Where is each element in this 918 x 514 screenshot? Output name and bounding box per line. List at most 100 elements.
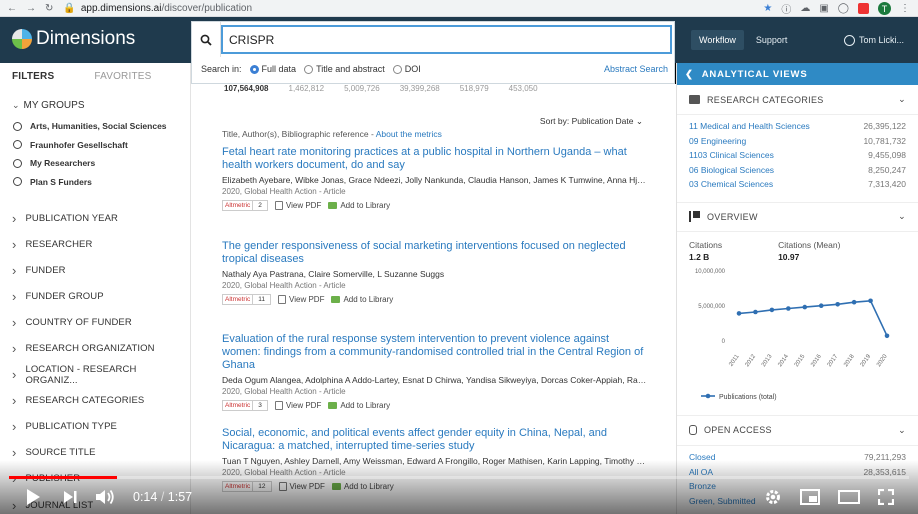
search-icon (200, 34, 212, 46)
stat-count: 5,009,726 (344, 84, 380, 93)
folder-icon (689, 95, 700, 104)
data-point (802, 304, 808, 310)
result-title-link[interactable]: The gender responsiveness of social mark… (222, 240, 647, 266)
facet-item[interactable]: › COUNTRY OF FUNDER (0, 309, 190, 335)
menu-icon[interactable]: ⋮ (900, 3, 910, 14)
video-progress-bar[interactable] (9, 476, 909, 479)
my-groups-label: MY GROUPS (23, 100, 85, 111)
view-pdf-button[interactable]: View PDF (278, 295, 324, 304)
altmetric-badge[interactable]: Altmetric 2 (222, 200, 268, 211)
address-bar[interactable]: 🔒 app.dimensions.ai/discover/publication (63, 3, 252, 14)
x-tick-label: 2012 (745, 353, 758, 368)
category-row[interactable]: 09 Engineering 10,781,732 (689, 136, 906, 151)
result-authors: Deda Ogum Alangea, Adolphina A Addo-Lart… (222, 375, 647, 385)
workflow-button[interactable]: Workflow (691, 30, 744, 50)
result-authors: Elizabeth Ayebare, Wibke Jonas, Grace Nd… (222, 175, 647, 185)
forward-icon[interactable]: → (26, 3, 36, 14)
analytical-views-header[interactable]: ❮ ANALYTICAL VIEWS (677, 63, 918, 85)
view-pdf-button[interactable]: View PDF (274, 201, 321, 210)
facet-item[interactable]: › PUBLICATION YEAR (0, 205, 190, 231)
category-row[interactable]: 06 Biological Sciences 8,250,247 (689, 165, 906, 180)
category-row[interactable]: 1103 Clinical Sciences 9,455,098 (689, 150, 906, 165)
search-button[interactable] (192, 22, 221, 57)
tab-favorites[interactable]: FAVORITES (94, 71, 151, 82)
group-label: My Researchers (30, 158, 96, 169)
result-title-link[interactable]: Evaluation of the rural response system … (222, 333, 647, 372)
category-row[interactable]: 03 Chemical Sciences 7,313,420 (689, 179, 906, 194)
facet-label: FUNDER GROUP (25, 290, 104, 302)
data-point (736, 311, 742, 316)
extension-icon[interactable]: ▣ (819, 3, 828, 14)
overview-header[interactable]: OVERVIEW ⌄ (677, 201, 918, 232)
profile-avatar[interactable]: T (878, 2, 891, 15)
fullscreen-icon[interactable] (878, 489, 894, 505)
filters-sidebar: FILTERS FAVORITES ⌄ MY GROUPS Arts, Huma… (0, 63, 191, 514)
sort-by-control[interactable]: Sort by: Publication Date ⌄ (540, 116, 643, 127)
facet-item[interactable]: › FUNDER GROUP (0, 283, 190, 309)
result-authors: Nathaly Aya Pastrana, Claire Somerville,… (222, 269, 445, 279)
research-categories-header[interactable]: RESEARCH CATEGORIES ⌄ (677, 85, 918, 115)
result-actions: Altmetric 11 View PDF Add to Library (222, 294, 647, 305)
group-item[interactable]: Fraunhofer Gesellschaft (13, 136, 190, 155)
facet-label: PUBLICATION TYPE (25, 421, 117, 433)
result-title-link[interactable]: Social, economic, and political events a… (222, 427, 647, 453)
x-tick-label: 2017 (827, 353, 840, 368)
chevron-down-icon: ⌄ (898, 94, 906, 104)
settings-icon[interactable] (764, 488, 782, 506)
facet-item[interactable]: › FUNDER (0, 257, 190, 283)
abstract-search-link[interactable]: Abstract Search (604, 64, 668, 74)
search-input[interactable] (221, 25, 672, 54)
miniplayer-icon[interactable] (800, 489, 820, 505)
radio-title-abstract[interactable]: Title and abstract (304, 64, 385, 74)
radio-doi[interactable]: DOI (392, 64, 421, 74)
facet-item[interactable]: › RESEARCHER (0, 231, 190, 257)
cloud-icon[interactable]: ☁ (800, 3, 810, 14)
play-icon[interactable] (25, 488, 41, 506)
add-to-library-button[interactable]: Add to Library (328, 201, 390, 210)
extension-icon[interactable] (858, 3, 869, 14)
pocket-icon[interactable]: ◯ (838, 3, 849, 14)
altmetric-badge[interactable]: Altmetric 3 (222, 400, 268, 411)
analytical-views-panel: ❮ ANALYTICAL VIEWS RESEARCH CATEGORIES ⌄… (676, 63, 918, 514)
altmetric-badge[interactable]: Altmetric 11 (222, 294, 272, 305)
group-item[interactable]: My Researchers (13, 154, 190, 173)
view-pdf-button[interactable]: View PDF (274, 401, 321, 410)
open-access-header[interactable]: OPEN ACCESS ⌄ (677, 416, 918, 446)
facet-label: COUNTRY OF FUNDER (25, 316, 132, 328)
user-icon (843, 34, 855, 46)
user-menu[interactable]: Tom Licki... (843, 34, 904, 46)
extension-icon[interactable]: ⓘ (781, 1, 791, 16)
category-count: 26,395,122 (863, 121, 906, 131)
result-title-link[interactable]: Fetal heart rate monitoring practices at… (222, 146, 647, 172)
group-item[interactable]: Arts, Humanities, Social Sciences (13, 117, 190, 136)
add-to-library-button[interactable]: Add to Library (328, 401, 390, 410)
radio-full-data[interactable]: Full data (249, 64, 296, 74)
facet-item[interactable]: › RESEARCH CATEGORIES (0, 388, 190, 414)
category-row[interactable]: 11 Medical and Health Sciences 26,395,122 (689, 121, 906, 136)
tab-filters[interactable]: FILTERS (12, 71, 54, 82)
facet-item[interactable]: › RESEARCH ORGANIZATION (0, 335, 190, 361)
add-to-library-button[interactable]: Add to Library (331, 295, 393, 304)
next-icon[interactable] (63, 490, 77, 504)
radio-unchecked-icon (13, 158, 22, 168)
reload-icon[interactable]: ↻ (45, 3, 53, 14)
url-path: /discover/publication (161, 2, 253, 14)
facet-item[interactable]: › PUBLICATION TYPE (0, 414, 190, 440)
volume-icon[interactable] (95, 488, 115, 506)
stat-count: 107,564,908 (224, 84, 269, 93)
video-time: 0:14 / 1:57 (133, 490, 192, 504)
category-label: 06 Biological Sciences (689, 164, 775, 175)
bookmark-star-icon[interactable]: ★ (763, 3, 772, 14)
about-metrics-link[interactable]: About the metrics (376, 129, 442, 139)
result-actions: Altmetric 2 View PDF Add to Library (222, 200, 647, 211)
my-groups-toggle[interactable]: ⌄ MY GROUPS (0, 100, 190, 111)
support-link[interactable]: Support (756, 35, 788, 45)
dimensions-logo[interactable]: Dimensions (12, 28, 135, 50)
chevron-right-icon: › (12, 288, 17, 304)
group-item[interactable]: Plan S Funders (13, 173, 190, 192)
facet-item[interactable]: › LOCATION - RESEARCH ORGANIZ... (0, 362, 190, 388)
publications-chart: 10,000,000 5,000,000 0 2011 2012 2013 2014 2015… (695, 269, 890, 401)
theater-mode-icon[interactable] (838, 490, 860, 504)
chevron-right-icon: › (12, 341, 17, 357)
back-icon[interactable]: ← (7, 3, 17, 14)
